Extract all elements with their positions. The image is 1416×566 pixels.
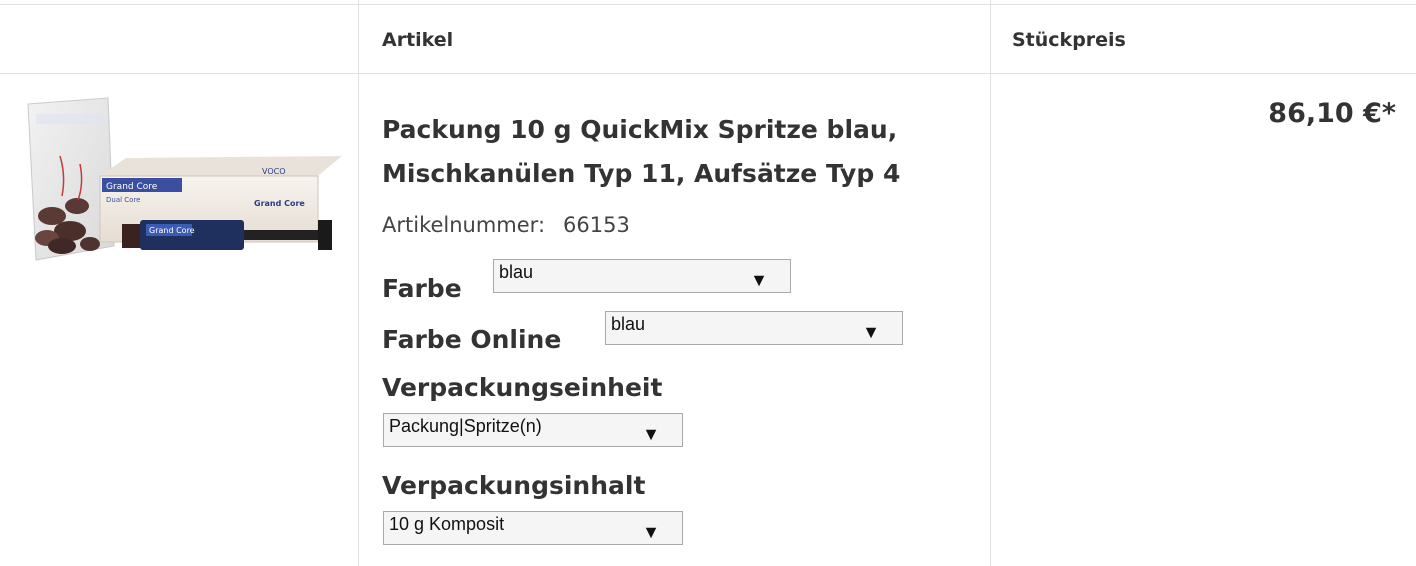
- unit-price: 86,10 €*: [1268, 98, 1396, 129]
- product-image[interactable]: Grand Core Dual Core VOCO Grand Core Gra…: [22, 96, 342, 264]
- product-title-line-2: Mischkanülen Typ 11, Aufsätze Typ 4: [382, 159, 901, 188]
- svg-text:Grand Core: Grand Core: [149, 226, 195, 235]
- article-number-value: 66153: [563, 213, 630, 237]
- header-article: Artikel: [382, 29, 454, 51]
- select-verpackungseinheit[interactable]: Packung|Spritze(n) ▼: [383, 413, 683, 447]
- svg-text:Grand Core: Grand Core: [106, 182, 158, 192]
- option-label-farbe-online: Farbe Online: [382, 325, 562, 354]
- select-verpackungseinheit-value: Packung|Spritze(n): [389, 416, 542, 436]
- select-farbe[interactable]: blau ▼: [493, 259, 791, 293]
- column-divider: [358, 0, 359, 566]
- row-divider: [0, 73, 1416, 74]
- select-farbe-value: blau: [499, 262, 534, 282]
- select-verpackungsinhalt[interactable]: 10 g Komposit ▼: [383, 511, 683, 545]
- option-label-verpackungseinheit: Verpackungseinheit: [382, 373, 663, 402]
- product-title[interactable]: Packung 10 g QuickMix Spritze blau, Misc…: [382, 108, 982, 196]
- select-farbe-online[interactable]: blau ▼: [605, 311, 903, 345]
- chevron-down-icon: ▼: [862, 322, 880, 342]
- row-divider: [0, 4, 1416, 5]
- svg-text:Dual Core: Dual Core: [106, 196, 141, 204]
- article-number: Artikelnummer: 66153: [382, 213, 630, 237]
- option-label-verpackungsinhalt: Verpackungsinhalt: [382, 471, 646, 500]
- svg-text:VOCO: VOCO: [262, 167, 286, 176]
- cart-table: Artikel Stückpreis Grand Core Dual Core …: [0, 0, 1416, 566]
- select-verpackungsinhalt-value: 10 g Komposit: [389, 514, 505, 534]
- chevron-down-icon: ▼: [642, 522, 660, 542]
- select-farbe-online-value: blau: [611, 314, 646, 334]
- product-title-line-1: Packung 10 g QuickMix Spritze blau,: [382, 115, 898, 144]
- column-divider: [990, 0, 991, 566]
- chevron-down-icon: ▼: [750, 270, 768, 290]
- option-label-farbe: Farbe: [382, 274, 462, 303]
- svg-text:Grand Core: Grand Core: [254, 199, 305, 208]
- article-number-label: Artikelnummer:: [382, 213, 546, 237]
- chevron-down-icon: ▼: [642, 424, 660, 444]
- header-unit-price: Stückpreis: [1012, 29, 1126, 51]
